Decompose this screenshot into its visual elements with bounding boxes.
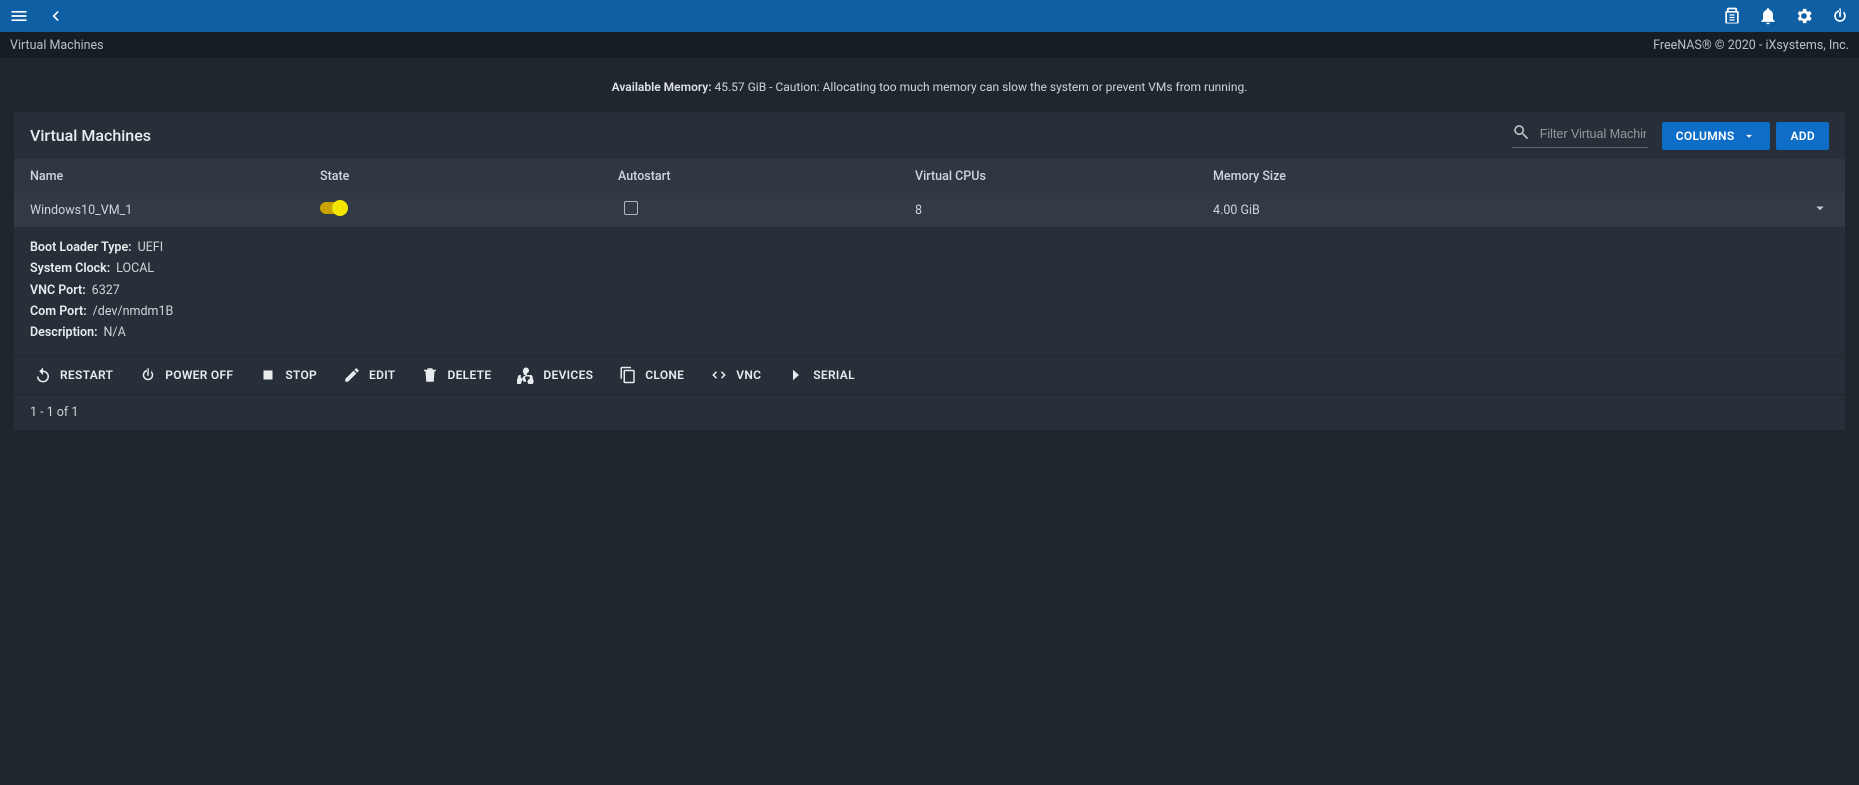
gear-icon[interactable] [1793,5,1815,27]
col-header-mem[interactable]: Memory Size [1213,169,1799,184]
detail-comport-val: /dev/nmdm1B [93,304,174,319]
search-input[interactable] [1538,126,1648,142]
detail-sysclock-label: System Clock: [30,261,110,276]
row-name: Windows10_VM_1 [30,203,320,218]
detail-description-val: N/A [104,325,126,340]
stop-icon [259,366,277,384]
vnc-icon [710,366,728,384]
detail-description-label: Description: [30,325,98,340]
memory-warning-label: Available Memory: [612,80,712,94]
chevron-down-icon [1742,129,1756,143]
serial-button[interactable]: SERIAL [787,366,855,384]
edit-button[interactable]: EDIT [343,366,395,384]
vnc-label: VNC [736,368,761,382]
vm-panel: Virtual Machines COLUMNS ADD Name State … [14,112,1845,430]
detail-vncport-label: VNC Port: [30,283,86,298]
table-row[interactable]: Windows10_VM_1 8 4.00 GiB [14,193,1845,227]
table-header: Name State Autostart Virtual CPUs Memory… [14,159,1845,193]
row-details: Boot Loader Type: UEFI System Clock: LOCAL… [14,227,1845,355]
columns-button-label: COLUMNS [1676,129,1735,143]
action-bar: RESTART POWER OFF STOP EDIT DELETE DEVIC… [14,355,1845,395]
top-toolbar [0,0,1859,32]
clone-button[interactable]: CLONE [619,366,684,384]
poweroff-label: POWER OFF [165,368,233,382]
breadcrumb: Virtual Machines [10,38,104,53]
add-button[interactable]: ADD [1776,122,1829,150]
search-wrap [1512,123,1648,148]
detail-bootloader-val: UEFI [138,240,164,255]
delete-label: DELETE [447,368,491,382]
detail-sysclock-val: LOCAL [116,261,154,276]
row-mem: 4.00 GiB [1213,203,1799,218]
delete-button[interactable]: DELETE [421,366,491,384]
add-button-label: ADD [1790,129,1815,143]
power-icon[interactable] [1829,5,1851,27]
breadcrumb-bar: Virtual Machines FreeNAS® © 2020 - iXsys… [0,32,1859,58]
restart-label: RESTART [60,368,113,382]
copyright-text: FreeNAS® © 2020 - iXsystems, Inc. [1653,38,1849,53]
stop-button[interactable]: STOP [259,366,317,384]
devices-button[interactable]: DEVICES [517,366,593,384]
col-header-name[interactable]: Name [30,169,320,184]
serial-label: SERIAL [813,368,855,382]
clone-label: CLONE [645,368,684,382]
vnc-button[interactable]: VNC [710,366,761,384]
memory-warning-text: 45.57 GiB - Caution: Allocating too much… [712,80,1248,94]
state-toggle[interactable] [320,202,346,214]
restart-icon [34,366,52,384]
poweroff-icon [139,366,157,384]
memory-warning: Available Memory: 45.57 GiB - Caution: A… [14,72,1845,112]
devices-label: DEVICES [543,368,593,382]
clone-icon [619,366,637,384]
search-icon [1512,123,1530,145]
edit-label: EDIT [369,368,395,382]
serial-icon [787,366,805,384]
expand-row-button[interactable] [1799,199,1829,221]
edit-icon [343,366,361,384]
detail-bootloader-label: Boot Loader Type: [30,240,132,255]
col-header-state[interactable]: State [320,169,618,184]
columns-button[interactable]: COLUMNS [1662,122,1771,150]
panel-title: Virtual Machines [30,126,1512,145]
autostart-checkbox[interactable] [624,201,638,215]
restart-button[interactable]: RESTART [34,366,113,384]
clipboard-icon[interactable] [1721,5,1743,27]
menu-icon[interactable] [8,5,30,27]
detail-comport-label: Com Port: [30,304,87,319]
detail-vncport-val: 6327 [92,283,120,298]
notifications-icon[interactable] [1757,5,1779,27]
panel-header: Virtual Machines COLUMNS ADD [14,112,1845,159]
back-icon[interactable] [44,5,66,27]
poweroff-button[interactable]: POWER OFF [139,366,233,384]
col-header-vcpu[interactable]: Virtual CPUs [915,169,1213,184]
col-header-autostart[interactable]: Autostart [618,169,915,184]
row-vcpu: 8 [915,203,1213,218]
delete-icon [421,366,439,384]
devices-icon [517,366,535,384]
pager: 1 - 1 of 1 [14,395,1845,430]
stop-label: STOP [285,368,317,382]
